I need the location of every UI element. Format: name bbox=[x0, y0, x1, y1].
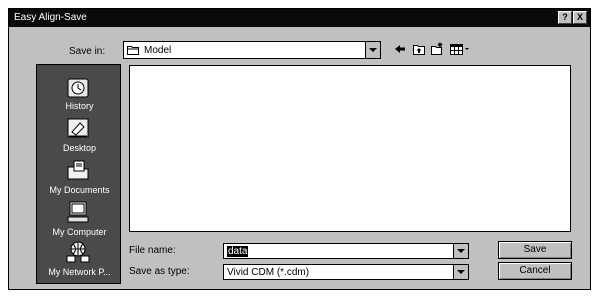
file-name-dropdown-button[interactable] bbox=[453, 244, 468, 258]
window-title: Easy Align-Save bbox=[14, 12, 87, 23]
save-in-dropdown[interactable]: Model bbox=[123, 41, 381, 59]
chevron-down-icon bbox=[457, 249, 465, 253]
help-button[interactable]: ? bbox=[558, 11, 572, 24]
chevron-down-icon bbox=[457, 270, 465, 274]
sidebar-item-label: History bbox=[65, 101, 94, 111]
save-as-type-dropdown[interactable]: Vivid CDM (*.cdm) bbox=[223, 264, 469, 280]
sidebar-item-label: Desktop bbox=[62, 143, 97, 153]
sidebar-item-label: My Computer bbox=[52, 227, 107, 237]
save-as-type-dropdown-button[interactable] bbox=[453, 265, 468, 279]
sidebar-item-desktop[interactable]: Desktop bbox=[37, 117, 122, 159]
up-folder-icon[interactable] bbox=[412, 42, 426, 56]
save-as-type-value: Vivid CDM (*.cdm) bbox=[227, 267, 310, 278]
folder-icon bbox=[127, 46, 139, 55]
save-dialog: Easy Align-Save ? X Save in: Model Histo… bbox=[8, 8, 591, 290]
file-list-pane[interactable] bbox=[129, 65, 571, 232]
title-bar[interactable]: Easy Align-Save ? X bbox=[9, 9, 590, 27]
save-in-dropdown-button[interactable] bbox=[365, 42, 380, 58]
cancel-button[interactable]: Cancel bbox=[498, 262, 572, 280]
back-icon[interactable] bbox=[393, 42, 407, 56]
places-bar: History Desktop My Documents My Computer… bbox=[36, 64, 121, 284]
save-button[interactable]: Save bbox=[498, 241, 572, 259]
file-name-field[interactable]: data bbox=[223, 243, 469, 259]
save-in-value: Model bbox=[144, 45, 172, 56]
file-name-value: data bbox=[227, 246, 249, 257]
sidebar-item-my-documents[interactable]: My Documents bbox=[37, 159, 122, 201]
my-computer-icon bbox=[67, 201, 89, 223]
sidebar-item-history[interactable]: History bbox=[37, 75, 122, 117]
desktop-icon bbox=[67, 118, 89, 138]
my-network-places-icon bbox=[66, 241, 90, 263]
save-as-type-label: Save as type: bbox=[129, 266, 190, 277]
save-in-label: Save in: bbox=[69, 46, 106, 57]
sidebar-item-my-computer[interactable]: My Computer bbox=[37, 201, 122, 243]
sidebar-item-label: My Network P... bbox=[48, 267, 111, 277]
my-documents-icon bbox=[67, 160, 89, 180]
new-folder-icon[interactable] bbox=[430, 42, 444, 56]
chevron-down-icon bbox=[369, 48, 377, 52]
sidebar-item-my-network-places[interactable]: My Network P... bbox=[37, 241, 122, 283]
close-button[interactable]: X bbox=[573, 11, 587, 24]
file-name-label: File name: bbox=[129, 245, 176, 256]
view-menu-icon[interactable] bbox=[449, 42, 471, 56]
sidebar-item-label: My Documents bbox=[49, 185, 110, 195]
history-icon bbox=[67, 78, 89, 98]
